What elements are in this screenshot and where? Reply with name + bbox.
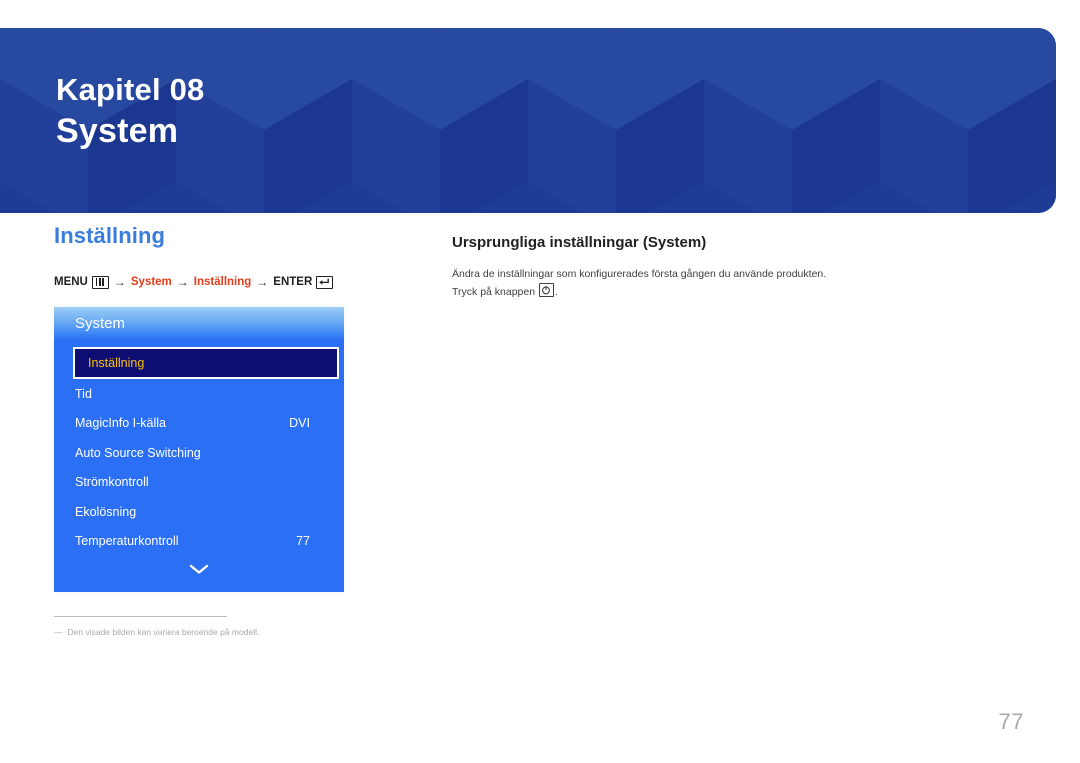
osd-row-auto-source-switching[interactable]: Auto Source Switching xyxy=(54,438,344,468)
breadcrumb-arrow-2: → xyxy=(176,275,189,289)
breadcrumb-item-installning: Inställning xyxy=(193,276,252,288)
breadcrumb-menu-label: MENU xyxy=(54,276,88,288)
chapter-label: Kapitel 08 xyxy=(56,72,205,107)
osd-row-temperaturkontroll[interactable]: Temperaturkontroll 77 xyxy=(54,527,344,557)
left-column: Inställning MENU → System → Inställning … xyxy=(54,222,404,639)
osd-row-label: Auto Source Switching xyxy=(75,445,201,460)
right-body-line-1: Ändra de inställningar som konfigurerade… xyxy=(452,268,827,280)
osd-scroll-down-control[interactable] xyxy=(54,556,344,582)
footnote-text: Den visade bilden kan variera beroende p… xyxy=(67,627,260,637)
osd-header: System xyxy=(54,307,344,340)
osd-row-label: Strömkontroll xyxy=(75,475,149,490)
breadcrumb-enter-label: ENTER xyxy=(273,276,313,288)
osd-row-stromkontroll[interactable]: Strömkontroll xyxy=(54,468,344,498)
footnote-dash: ― xyxy=(54,627,63,637)
osd-row-magicinfo-i-kalla[interactable]: MagicInfo I-källa DVI xyxy=(54,409,344,439)
osd-row-label: Inställning xyxy=(88,356,145,370)
breadcrumb: MENU → System → Inställning → ENTER xyxy=(54,274,404,290)
power-button-icon xyxy=(539,282,554,297)
breadcrumb-arrow-1: → xyxy=(113,275,126,289)
osd-row-label: Temperaturkontroll xyxy=(75,534,179,549)
osd-row-label: MagicInfo I-källa xyxy=(75,416,167,431)
osd-menu-panel[interactable]: System Inställning Tid MagicInfo I-källa… xyxy=(54,307,344,592)
osd-row-value: DVI xyxy=(289,416,310,431)
enter-return-icon xyxy=(316,275,334,289)
chapter-title: System xyxy=(56,112,179,150)
right-body-line-2-before: Tryck på knappen xyxy=(452,285,536,298)
right-body-line-2-after: . xyxy=(555,285,558,298)
osd-title: System xyxy=(75,315,126,332)
right-heading: Ursprungliga inställningar (System) xyxy=(452,234,707,251)
page-content: Inställning MENU → System → Inställning … xyxy=(0,222,1080,702)
osd-row-ekolosning[interactable]: Ekolösning xyxy=(54,497,344,527)
footnote-divider xyxy=(54,616,227,617)
osd-row-value: 77 xyxy=(296,534,310,549)
right-body: Ändra de inställningar som konfigurerade… xyxy=(452,267,1012,300)
osd-row-tid[interactable]: Tid xyxy=(54,379,344,409)
right-column: Ursprungliga inställningar (System) Ändr… xyxy=(452,232,1012,300)
banner-text-group: Kapitel 08 System xyxy=(56,70,204,152)
breadcrumb-item-system: System xyxy=(130,276,172,288)
footnote: ― Den visade bilden kan variera beroende… xyxy=(54,626,344,639)
footnote-block: ― Den visade bilden kan variera beroende… xyxy=(54,616,344,639)
osd-row-label: Ekolösning xyxy=(75,504,137,519)
breadcrumb-arrow-3: → xyxy=(256,275,269,289)
section-heading: Inställning xyxy=(54,223,166,248)
right-body-line-2: Tryck på knappen . xyxy=(452,282,1012,301)
menu-bars-icon xyxy=(91,275,109,289)
osd-row-list: Inställning Tid MagicInfo I-källa DVI Au… xyxy=(54,340,344,582)
osd-row-installning[interactable]: Inställning xyxy=(73,347,339,379)
page-number: 77 xyxy=(998,709,1024,734)
osd-row-label: Tid xyxy=(75,386,92,401)
chevron-down-icon xyxy=(189,564,209,574)
chapter-banner: Kapitel 08 System xyxy=(0,28,1056,213)
